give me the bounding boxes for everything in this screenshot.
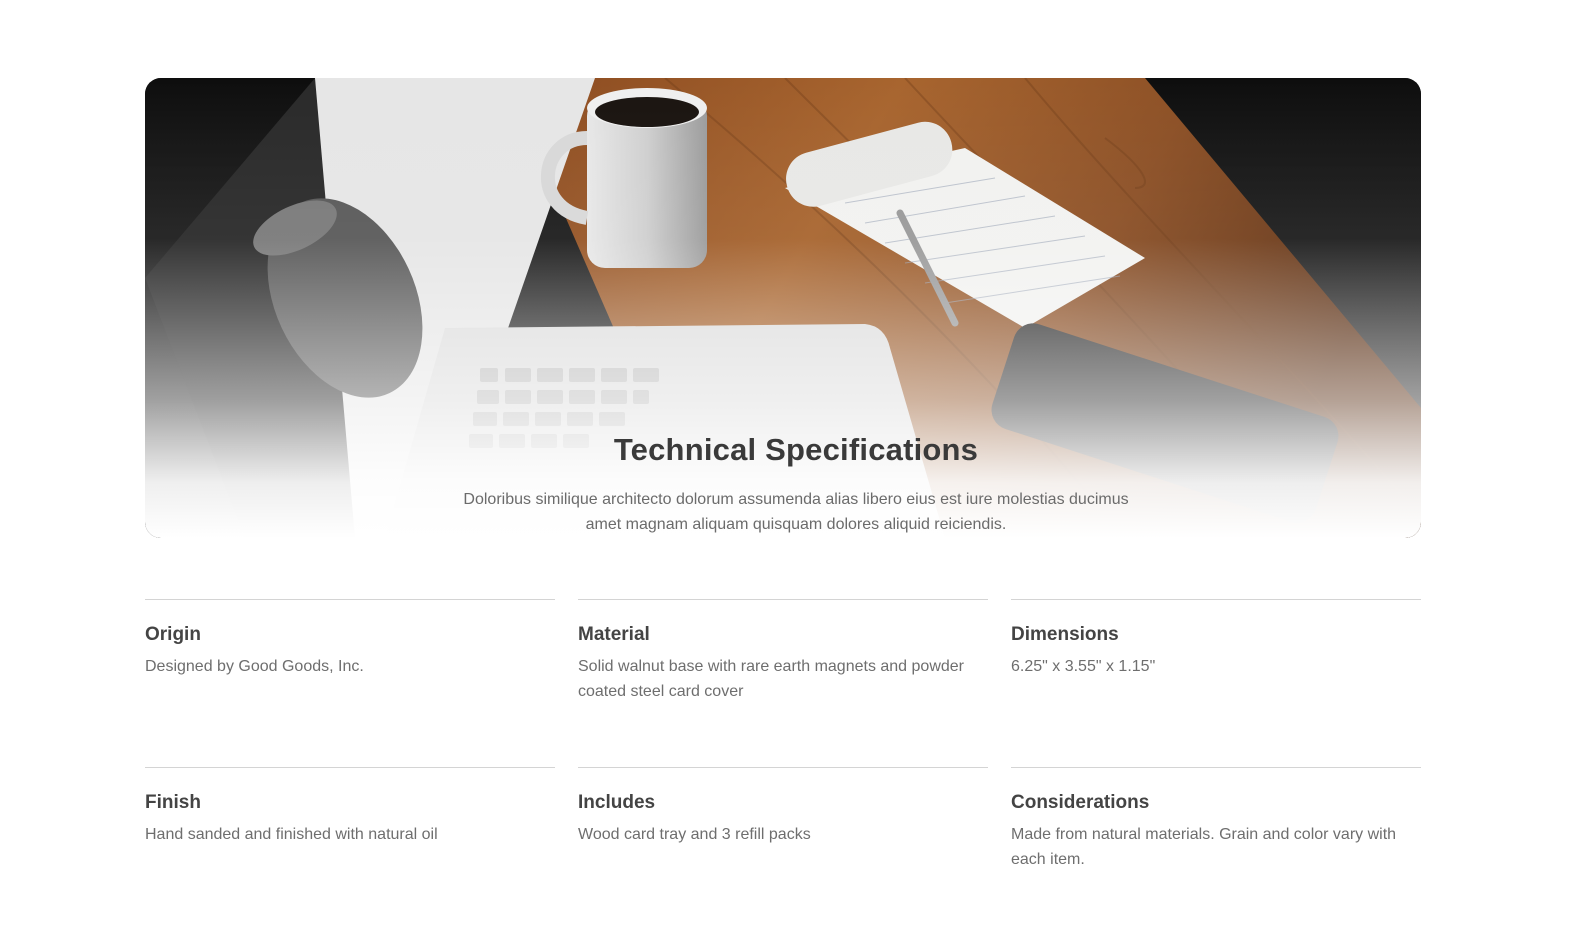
spec-title: Material [578,624,650,645]
spec-includes: Includes Wood card tray and 3 refill pac… [578,767,988,935]
spec-title: Dimensions [1011,624,1119,645]
specs-page: Technical Specifications Doloribus simil… [0,0,1592,946]
spec-finish: Finish Hand sanded and finished with nat… [145,767,555,935]
spec-description: Designed by Good Goods, Inc. [145,658,364,675]
spec-title: Considerations [1011,792,1150,813]
spec-description: Solid walnut base with rare earth magnet… [578,658,964,700]
hero-image [145,78,1421,538]
spec-title: Finish [145,792,201,813]
spec-description: 6.25" x 3.55" x 1.15" [1011,658,1156,675]
page-description: Doloribus similique architecto dolorum a… [463,491,1129,533]
spec-title: Includes [578,792,656,813]
spec-description: Made from natural materials. Grain and c… [1011,826,1397,868]
hero-fade-overlay [145,78,1421,538]
spec-description: Hand sanded and finished with natural oi… [145,826,438,843]
spec-description: Wood card tray and 3 refill packs [578,826,811,843]
spec-origin: Origin Designed by Good Goods, Inc. [145,599,555,767]
spec-considerations: Considerations Made from natural materia… [1011,767,1421,935]
spec-title: Origin [145,624,201,645]
spec-dimensions: Dimensions 6.25" x 3.55" x 1.15" [1011,599,1421,767]
spec-grid: Origin Designed by Good Goods, Inc. Mate… [145,599,1421,935]
spec-material: Material Solid walnut base with rare ear… [578,599,988,767]
page-title: Technical Specifications [613,432,979,467]
